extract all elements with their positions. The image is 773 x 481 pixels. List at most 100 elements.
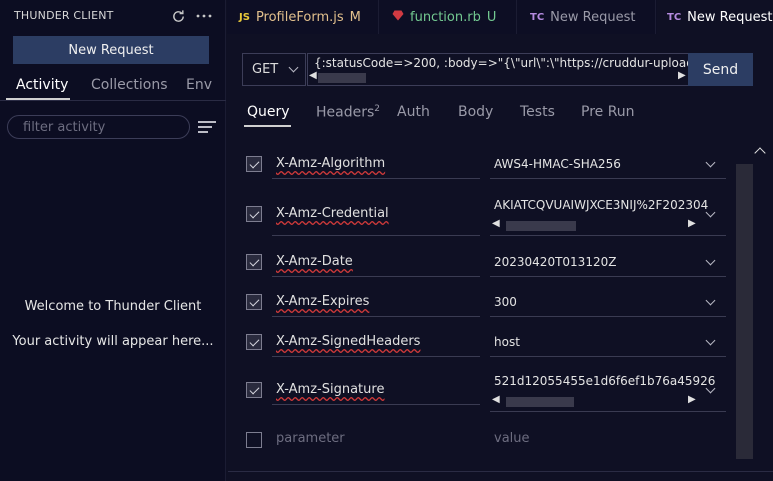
param-enabled-checkbox[interactable]: [246, 294, 262, 310]
headers-count-badge: 2: [374, 104, 381, 114]
filter-menu-icon[interactable]: [198, 119, 216, 135]
param-enabled-checkbox[interactable]: [246, 254, 262, 270]
editor-tab-label: function.rb: [410, 9, 481, 25]
param-value-input[interactable]: AKIATCQVUAIWJXCE3NIJ%2F202304 ◀ ▶: [490, 192, 726, 236]
param-key: X-Amz-Signature: [276, 382, 385, 397]
activity-empty-message: Your activity will appear here...: [12, 334, 214, 349]
param-value: 20230420T013120Z: [494, 255, 617, 269]
scroll-right-icon[interactable]: ▶: [688, 218, 696, 229]
param-value-input[interactable]: host: [490, 326, 726, 357]
param-enabled-checkbox[interactable]: [246, 432, 262, 448]
refresh-icon[interactable]: [168, 6, 188, 26]
ruby-file-icon: [392, 10, 404, 24]
new-param-value-input[interactable]: value: [490, 424, 726, 454]
url-input[interactable]: {:statusCode=>200, :body=>"{\"url\":\"ht…: [307, 53, 689, 86]
param-value-placeholder: value: [494, 431, 530, 446]
active-tab-indicator: [6, 98, 70, 100]
scroll-left-icon[interactable]: ◀: [492, 394, 500, 405]
value-horizontal-scrollbar[interactable]: ◀ ▶: [490, 394, 702, 408]
tab-headers[interactable]: Headers2: [316, 104, 380, 121]
param-row: X-Amz-Algorithm AWS4-HMAC-SHA256: [228, 148, 738, 182]
new-param-key-input[interactable]: parameter: [272, 424, 480, 454]
filter-activity-input[interactable]: [7, 115, 190, 139]
more-actions-icon[interactable]: [194, 6, 214, 26]
param-value-input[interactable]: AWS4-HMAC-SHA256: [490, 148, 726, 179]
scroll-right-icon[interactable]: ▶: [688, 394, 696, 405]
scrollbar-thumb[interactable]: [506, 397, 574, 407]
editor-tab-label: New Request: [550, 9, 636, 25]
panel-divider: [228, 471, 773, 472]
param-key: X-Amz-Credential: [276, 206, 389, 221]
untracked-badge: U: [486, 9, 497, 25]
tab-tests[interactable]: Tests: [520, 104, 555, 120]
scroll-left-icon[interactable]: ◀: [492, 218, 500, 229]
param-value-input[interactable]: 20230420T013120Z: [490, 246, 726, 277]
editor-tab-function-rb[interactable]: function.rb U: [380, 0, 517, 34]
param-key: X-Amz-Date: [276, 254, 353, 269]
param-value: 521d12055455e1d6f6ef1b76a45926: [494, 374, 716, 388]
scrollbar-thumb[interactable]: [506, 221, 576, 231]
param-key-input[interactable]: X-Amz-Algorithm: [272, 148, 480, 179]
scrollbar-thumb[interactable]: [318, 73, 366, 83]
chevron-down-icon[interactable]: [705, 335, 716, 346]
param-key: X-Amz-SignedHeaders: [276, 334, 421, 349]
thunder-client-icon: TC: [667, 11, 682, 23]
editor-tab-label: New Request: [687, 9, 773, 25]
param-key-input[interactable]: X-Amz-Credential: [272, 192, 480, 236]
sidebar-tabs: Activity Collections Env: [0, 70, 226, 101]
send-button[interactable]: Send: [688, 53, 753, 86]
param-enabled-checkbox[interactable]: [246, 334, 262, 350]
scroll-left-icon[interactable]: ◀: [309, 70, 317, 81]
query-params-panel: X-Amz-Algorithm AWS4-HMAC-SHA256 X-Amz-C…: [228, 134, 773, 472]
chevron-down-icon[interactable]: [705, 207, 716, 218]
editor-tab-profileform[interactable]: JS ProfileForm.js M: [227, 0, 379, 34]
param-key-input[interactable]: X-Amz-Expires: [272, 286, 480, 317]
chevron-down-icon[interactable]: [705, 255, 716, 266]
param-row: X-Amz-Expires 300: [228, 286, 738, 320]
param-value-input[interactable]: 521d12055455e1d6f6ef1b76a45926 ◀ ▶: [490, 368, 726, 412]
welcome-message: Welcome to Thunder Client: [24, 299, 202, 314]
tab-query[interactable]: Query: [247, 104, 290, 120]
sidebar: THUNDER CLIENT New Request Activity Coll…: [0, 0, 226, 481]
method-label: GET: [252, 62, 279, 77]
param-value: 300: [494, 295, 517, 309]
param-key-input[interactable]: X-Amz-SignedHeaders: [272, 326, 480, 357]
param-value-input[interactable]: 300: [490, 286, 726, 317]
param-enabled-checkbox[interactable]: [246, 156, 262, 172]
param-row: X-Amz-SignedHeaders host: [228, 326, 738, 360]
param-enabled-checkbox[interactable]: [246, 206, 262, 222]
url-horizontal-scrollbar[interactable]: ◀ ▶: [308, 70, 688, 84]
chevron-up-icon[interactable]: [754, 147, 766, 159]
active-tab-indicator: [244, 125, 291, 127]
value-horizontal-scrollbar[interactable]: ◀ ▶: [490, 218, 702, 232]
tab-collections[interactable]: Collections: [91, 77, 168, 93]
chevron-down-icon: [288, 62, 299, 73]
tab-pre-run[interactable]: Pre Run: [581, 104, 635, 120]
tab-auth[interactable]: Auth: [397, 104, 430, 120]
param-row: X-Amz-Signature 521d12055455e1d6f6ef1b76…: [228, 368, 738, 416]
new-request-button[interactable]: New Request: [13, 36, 209, 64]
param-key-input[interactable]: X-Amz-Signature: [272, 368, 480, 405]
scroll-right-icon[interactable]: ▶: [678, 70, 686, 81]
tab-env[interactable]: Env: [186, 77, 212, 93]
param-row: X-Amz-Credential AKIATCQVUAIWJXCE3NIJ%2F…: [228, 192, 738, 240]
chevron-down-icon[interactable]: [705, 295, 716, 306]
editor-tab-new-request-active[interactable]: TC New Request: [657, 0, 773, 34]
param-key-input[interactable]: X-Amz-Date: [272, 246, 480, 277]
chevron-down-icon[interactable]: [705, 157, 716, 168]
thunder-client-icon: TC: [530, 11, 545, 23]
sidebar-title: THUNDER CLIENT: [14, 9, 114, 22]
editor-tab-label: ProfileForm.js: [255, 9, 344, 25]
tab-activity[interactable]: Activity: [16, 77, 68, 93]
modified-badge: M: [349, 9, 361, 25]
sidebar-header: THUNDER CLIENT: [0, 0, 226, 32]
params-vertical-scrollbar[interactable]: [736, 164, 753, 459]
tab-label: Query: [247, 104, 290, 120]
javascript-file-icon: JS: [239, 11, 250, 23]
param-key-placeholder: parameter: [276, 431, 345, 446]
editor-tab-new-request[interactable]: TC New Request: [518, 0, 656, 34]
param-enabled-checkbox[interactable]: [246, 382, 262, 398]
method-select[interactable]: GET: [242, 53, 306, 86]
editor-tab-bar: JS ProfileForm.js M function.rb U TC New…: [227, 0, 773, 34]
tab-body[interactable]: Body: [458, 104, 493, 120]
